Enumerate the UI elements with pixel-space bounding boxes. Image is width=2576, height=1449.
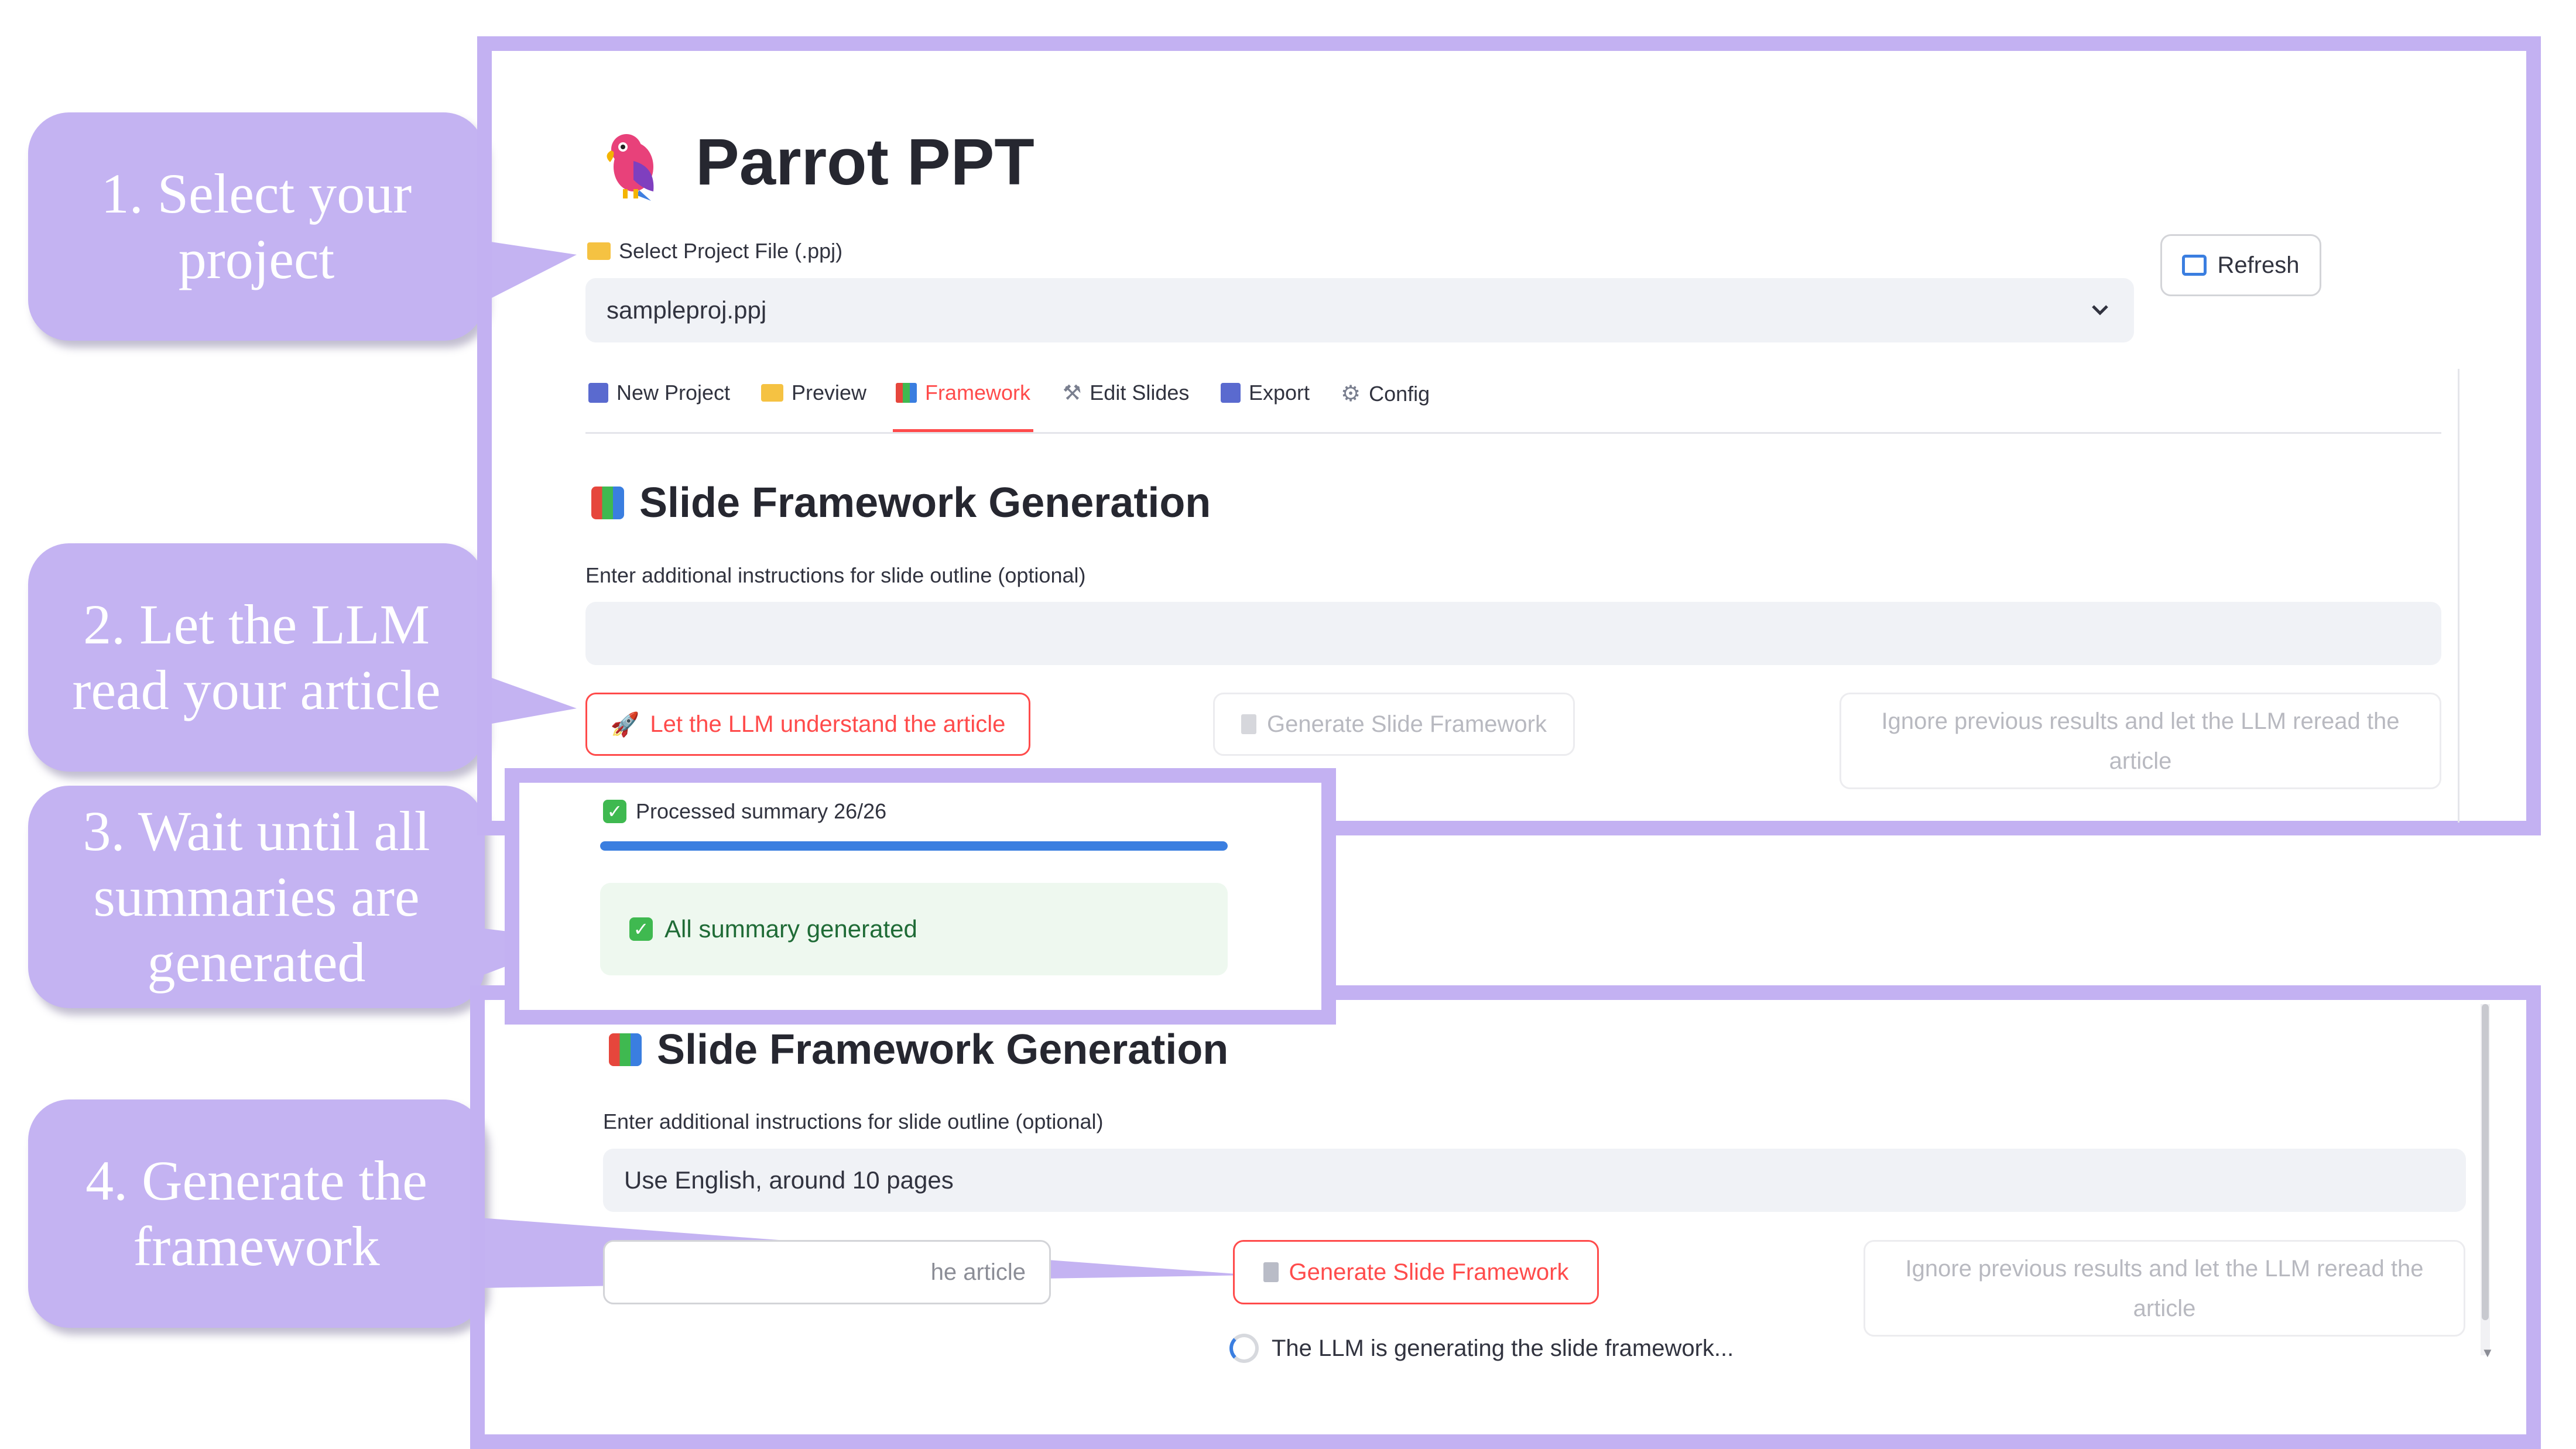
progress-bar-track xyxy=(600,841,1228,851)
success-alert: ✓ All summary generated xyxy=(600,883,1228,975)
tab-new-project[interactable]: New Project xyxy=(588,381,730,405)
instructions-input[interactable] xyxy=(585,602,2441,665)
scroll-down-arrow[interactable]: ▼ xyxy=(2481,1345,2494,1361)
outbox-icon xyxy=(1221,383,1241,403)
books-icon xyxy=(591,487,624,519)
generate-framework-button-disabled[interactable]: Generate Slide Framework xyxy=(1213,693,1575,756)
content-right-border xyxy=(2458,369,2459,823)
instructions-label-bottom: Enter additional instructions for slide … xyxy=(603,1109,1104,1133)
inbox-icon xyxy=(588,383,608,403)
tab-framework[interactable]: Framework xyxy=(896,381,1030,405)
tab-edit-slides[interactable]: ⚒ Edit Slides xyxy=(1063,381,1189,405)
app-title: Parrot PPT xyxy=(696,125,1034,198)
generate-framework-button[interactable]: Generate Slide Framework xyxy=(1233,1240,1599,1304)
scrollbar-thumb[interactable] xyxy=(2482,1004,2489,1320)
rocket-icon: 🚀 xyxy=(610,711,640,738)
tab-export[interactable]: Export xyxy=(1221,381,1310,405)
refresh-icon xyxy=(2182,255,2207,276)
understand-article-button[interactable]: 🚀 Let the LLM understand the article xyxy=(585,693,1030,756)
framework-heading: Slide Framework Generation xyxy=(591,479,1211,527)
reread-button-disabled-bottom[interactable]: Ignore previous results and let the LLM … xyxy=(1864,1240,2465,1337)
spinner-icon xyxy=(1229,1334,1259,1363)
progress-bar-fill xyxy=(600,841,1228,851)
gear-icon: ⚙ xyxy=(1341,382,1361,406)
check-icon: ✓ xyxy=(629,917,653,941)
books-icon xyxy=(609,1033,642,1066)
folder-icon xyxy=(587,242,611,260)
reread-button-disabled[interactable]: Ignore previous results and let the LLM … xyxy=(1839,693,2441,789)
tab-preview[interactable]: Preview xyxy=(761,381,866,405)
check-icon: ✓ xyxy=(603,800,626,823)
refresh-button[interactable]: Refresh xyxy=(2160,234,2321,296)
document-icon xyxy=(1263,1262,1279,1282)
tabs-divider xyxy=(585,432,2441,434)
tab-config[interactable]: ⚙ Config xyxy=(1341,381,1430,407)
instructions-input-bottom[interactable]: Use English, around 10 pages xyxy=(603,1149,2466,1212)
books-icon xyxy=(896,383,917,403)
instructions-label: Enter additional instructions for slide … xyxy=(585,563,1086,587)
document-icon xyxy=(1241,714,1257,734)
folder-icon xyxy=(761,384,783,402)
progress-label: ✓ Processed summary 26/26 xyxy=(603,799,886,824)
understand-article-button-bottom[interactable]: he article xyxy=(603,1240,1051,1304)
project-select-label: Select Project File (.ppj) xyxy=(587,239,842,263)
project-select[interactable]: sampleproj.ppj xyxy=(585,278,2134,342)
chevron-down-icon xyxy=(2092,305,2108,316)
parrot-icon xyxy=(607,134,654,201)
spinner-row: The LLM is generating the slide framewor… xyxy=(1229,1334,1734,1363)
tools-icon: ⚒ xyxy=(1063,381,1082,405)
framework-heading-bottom: Slide Framework Generation xyxy=(609,1026,1228,1074)
